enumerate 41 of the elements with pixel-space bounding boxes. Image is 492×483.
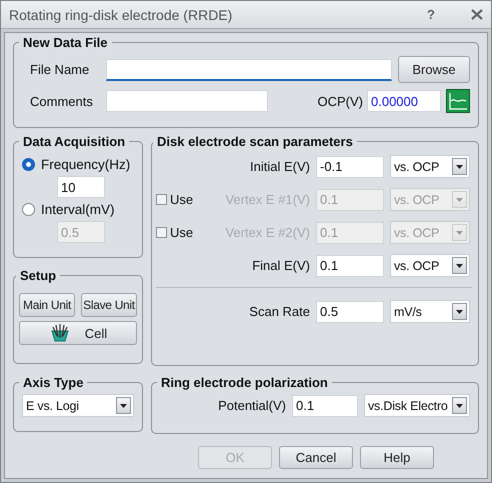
reference-dropdown[interactable]: vs. OCP — [390, 254, 470, 277]
radio-button[interactable] — [22, 203, 35, 216]
value-field[interactable]: 0.1 — [292, 394, 358, 416]
graph-icon[interactable] — [446, 89, 470, 113]
close-icon[interactable] — [471, 9, 483, 20]
field-label: File Name — [30, 62, 90, 77]
reference-dropdown[interactable]: vs. OCP — [390, 155, 470, 178]
value-field[interactable]: 0.5 — [316, 300, 384, 322]
ocp-field[interactable]: 0.00000 — [367, 90, 441, 112]
unit-dropdown[interactable]: mV/s — [390, 300, 470, 323]
value-field[interactable]: 0.1 — [316, 254, 384, 276]
group-title: Disk electrode scan parameters — [156, 134, 354, 149]
unit-button[interactable]: Slave Unit — [81, 293, 137, 317]
unit-button[interactable]: Main Unit — [19, 293, 75, 317]
group-title: Axis Type — [22, 375, 84, 390]
value-field[interactable]: -0.1 — [316, 156, 384, 178]
dialog-button[interactable]: Help — [360, 446, 434, 469]
axis-type-dropdown[interactable]: E vs. Logi — [22, 394, 134, 417]
radio-option[interactable]: Frequency(Hz) — [22, 157, 134, 172]
field-label: Potential(V) — [217, 398, 286, 413]
field-label: Final E(V) — [251, 258, 310, 273]
value-field[interactable]: 10 — [57, 176, 105, 198]
group-title: Ring electrode polarization — [160, 375, 329, 390]
field-label: OCP(V) — [318, 94, 363, 108]
browse-button[interactable]: Browse — [398, 56, 470, 83]
radio-button[interactable] — [22, 158, 35, 171]
reference-dropdown[interactable]: vs.Disk Electro — [364, 394, 470, 417]
field-label: Scan Rate — [248, 304, 310, 319]
cell-button[interactable]: Cell — [19, 321, 137, 345]
group-title: Setup — [19, 268, 58, 283]
help-button[interactable]: ? — [427, 7, 435, 22]
dialog-button[interactable]: Cancel — [279, 446, 353, 469]
radio-option[interactable]: Interval(mV) — [22, 202, 134, 217]
group-title: New Data File — [22, 35, 109, 50]
window-title: Rotating ring-disk electrode (RRDE) — [9, 6, 234, 22]
file-name-field[interactable] — [106, 58, 392, 80]
field-label: Comments — [30, 94, 94, 108]
comments-field[interactable] — [106, 90, 268, 112]
beaker-icon — [48, 323, 71, 343]
group-title: Data Acquisition — [22, 134, 126, 149]
field-label: Initial E(V) — [249, 159, 310, 174]
